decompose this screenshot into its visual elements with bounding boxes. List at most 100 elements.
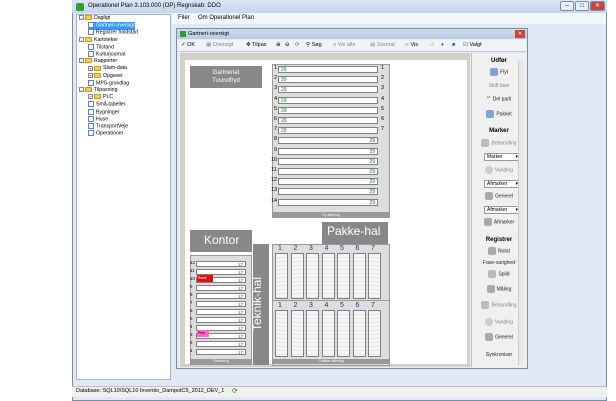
tree-item[interactable]: - Dagligt xyxy=(79,15,110,22)
row-number: 8 xyxy=(274,136,278,143)
bench-row[interactable]: 29 xyxy=(278,157,378,165)
bench-row[interactable]: 29 xyxy=(278,178,378,186)
collapse-icon[interactable]: - xyxy=(79,58,84,64)
water-icon[interactable]: ♦ xyxy=(441,42,444,48)
bench-row[interactable]: 29 xyxy=(278,106,378,114)
row-number: 3 xyxy=(274,85,278,92)
collapse-icon[interactable]: - xyxy=(79,36,84,42)
bench-row[interactable]: 29 xyxy=(278,137,378,145)
collapse-icon[interactable]: - xyxy=(79,87,84,93)
zoom-out-icon[interactable]: ⊖ xyxy=(285,42,290,48)
row-number: 4 xyxy=(274,95,278,102)
row-number: 8 xyxy=(190,292,193,297)
bench-row[interactable]: 17 xyxy=(196,301,246,307)
bench-column[interactable] xyxy=(321,310,335,357)
tree-item[interactable]: - Rapporter xyxy=(79,58,117,65)
bench-row[interactable]: 29 xyxy=(278,66,378,73)
sog-button[interactable]: ⚲ Søg xyxy=(306,42,322,48)
ok-button[interactable]: ✓ OK xyxy=(181,42,195,48)
tree-item[interactable]: - Kartoteker xyxy=(79,37,118,44)
package-icon xyxy=(486,110,495,118)
bench-column[interactable] xyxy=(290,310,304,357)
vertical-scrollbar[interactable] xyxy=(518,60,524,365)
row-number: 13 xyxy=(271,187,278,194)
house-left-caption: Formering xyxy=(190,359,252,364)
marker-select[interactable]: Marker ▾ xyxy=(484,153,520,161)
tree-item-label: Tilpasning xyxy=(94,87,118,93)
pink-block[interactable]: Pink xyxy=(197,330,209,337)
child-close-button[interactable]: ✕ xyxy=(515,30,525,38)
bench-row[interactable]: 29 xyxy=(278,76,378,84)
vis-alle-button[interactable]: ≡ Vis alle xyxy=(333,42,355,48)
bench-row[interactable]: 29 xyxy=(278,198,378,206)
row-number: 5 xyxy=(190,316,193,321)
bench-row[interactable]: 29 xyxy=(278,117,378,124)
oversigt-button[interactable]: ▦ Oversigt xyxy=(206,42,233,48)
bench-value: 17 xyxy=(237,278,243,283)
red-block[interactable]: Røde xyxy=(197,275,213,282)
vis-button[interactable]: ∞ Vis xyxy=(405,42,418,48)
document-icon xyxy=(88,51,94,57)
bench-column[interactable] xyxy=(306,310,319,357)
bench-column[interactable] xyxy=(321,253,335,299)
bench-column[interactable] xyxy=(275,310,288,357)
row-number: 7 xyxy=(190,300,193,305)
child-title-bar xyxy=(177,29,527,39)
expand-icon[interactable]: + xyxy=(88,72,93,78)
bench-row[interactable]: 17 xyxy=(196,341,246,347)
expand-icon[interactable]: + xyxy=(88,94,93,100)
bench-row[interactable]: 29 xyxy=(278,147,378,155)
zoom-in-icon[interactable]: ⊕ xyxy=(276,42,281,48)
bench-column[interactable] xyxy=(352,253,366,299)
menu-filer[interactable]: Filer xyxy=(178,15,190,21)
tilpas-button[interactable]: ✥ Tilpas xyxy=(246,42,267,48)
bench-value: 17 xyxy=(237,326,243,331)
afmarker-select-2[interactable]: Afmarker ▾ xyxy=(484,206,520,214)
water-drop-icon xyxy=(485,318,493,326)
tree-item[interactable]: + Opgaver xyxy=(88,73,123,80)
valgt-button[interactable]: ☑ Valgt xyxy=(463,42,482,48)
bench-row[interactable]: 17 xyxy=(196,349,246,355)
bench-row[interactable]: 29 xyxy=(278,127,378,135)
warning-icon[interactable]: ⚠ xyxy=(430,42,435,48)
expand-icon[interactable]: + xyxy=(88,65,93,71)
bench-column[interactable] xyxy=(275,253,288,299)
bench-column[interactable] xyxy=(306,253,319,299)
bench-row[interactable]: 17 xyxy=(196,309,246,315)
journal-button[interactable]: ▤ Journal xyxy=(370,42,395,48)
row-number: 6 xyxy=(190,308,193,313)
bench-row[interactable]: 29 xyxy=(278,168,378,175)
minimize-button[interactable]: – xyxy=(560,1,574,11)
bench-column[interactable] xyxy=(337,310,350,357)
bench-value: 17 xyxy=(237,262,243,267)
tree-item[interactable]: - Tilpasning xyxy=(79,87,117,94)
tree-item[interactable]: Operationer xyxy=(88,130,123,137)
bench-value: 29 xyxy=(369,148,375,155)
bench-column[interactable] xyxy=(368,253,381,299)
bench-value: 29 xyxy=(281,87,287,94)
bench-row[interactable]: 17 xyxy=(196,285,246,291)
bench-row[interactable]: 29 xyxy=(278,86,378,94)
folder-icon xyxy=(85,87,92,93)
bench-column[interactable] xyxy=(368,310,381,357)
refresh-status-icon[interactable]: ⟳ xyxy=(232,387,238,395)
maximize-button[interactable]: □ xyxy=(575,1,589,11)
menu-om[interactable]: Om Operationel Plan xyxy=(198,15,254,21)
afmarker-select[interactable]: Afmarker ▾ xyxy=(484,180,520,188)
close-button[interactable]: ✕ xyxy=(590,1,605,11)
journal-icon: ▤ xyxy=(370,42,376,48)
refresh-icon[interactable]: ⟳ xyxy=(295,42,300,48)
cube-icon[interactable]: ■ xyxy=(452,42,455,48)
collapse-icon[interactable]: - xyxy=(79,15,84,21)
tree-item[interactable]: + PLC xyxy=(88,94,113,101)
bench-row[interactable]: 17 xyxy=(196,293,246,299)
bench-row[interactable]: 29 xyxy=(278,96,378,104)
tree-item[interactable]: + Stam-data xyxy=(88,65,127,72)
bench-column[interactable] xyxy=(290,253,304,299)
bench-row[interactable]: 17 xyxy=(196,261,246,267)
bench-column[interactable] xyxy=(337,253,350,299)
bench-row[interactable]: 29 xyxy=(278,188,378,196)
bench-row[interactable]: 17 xyxy=(196,317,246,323)
bench-column[interactable] xyxy=(352,310,366,357)
column-number: 2 xyxy=(293,302,298,309)
